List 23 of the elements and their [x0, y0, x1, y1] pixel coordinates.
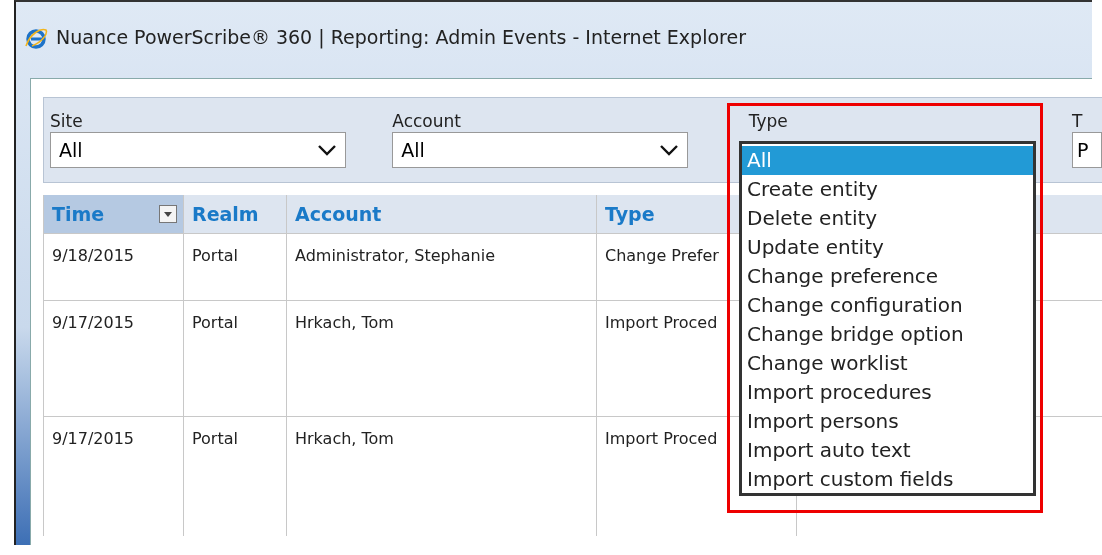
table-cell: 9/18/2015	[44, 233, 184, 300]
window-title: Nuance PowerScribe® 360 | Reporting: Admin Events - Internet Explorer	[56, 26, 746, 48]
table-cell: Administrator, Stephanie	[287, 233, 597, 300]
filter-label: T	[1072, 110, 1084, 132]
table-cell: 9/17/2015	[44, 416, 184, 536]
dropdown-field[interactable]: P	[1072, 132, 1102, 168]
dropdown-field[interactable]: All	[50, 132, 346, 168]
table-cell: Portal	[184, 233, 287, 300]
column-header[interactable]: Account	[287, 195, 597, 233]
filter-label: Account	[392, 110, 462, 132]
table-cell: Portal	[184, 300, 287, 416]
chevron-down-icon	[659, 144, 680, 156]
table-cell: Portal	[184, 416, 287, 536]
chevron-down-icon	[317, 144, 337, 156]
table-cell: 9/17/2015	[44, 300, 184, 416]
table-cell: Hrkach, Tom	[287, 300, 597, 416]
filter-menu-icon[interactable]	[159, 205, 177, 223]
browser-logo-icon	[24, 26, 48, 50]
dropdown-field[interactable]: All	[392, 132, 689, 168]
filter-label: Type	[748, 110, 789, 132]
table-cell: Hrkach, Tom	[287, 416, 597, 536]
filter-label: Site	[50, 110, 84, 132]
column-header[interactable]: Realm	[184, 195, 287, 233]
